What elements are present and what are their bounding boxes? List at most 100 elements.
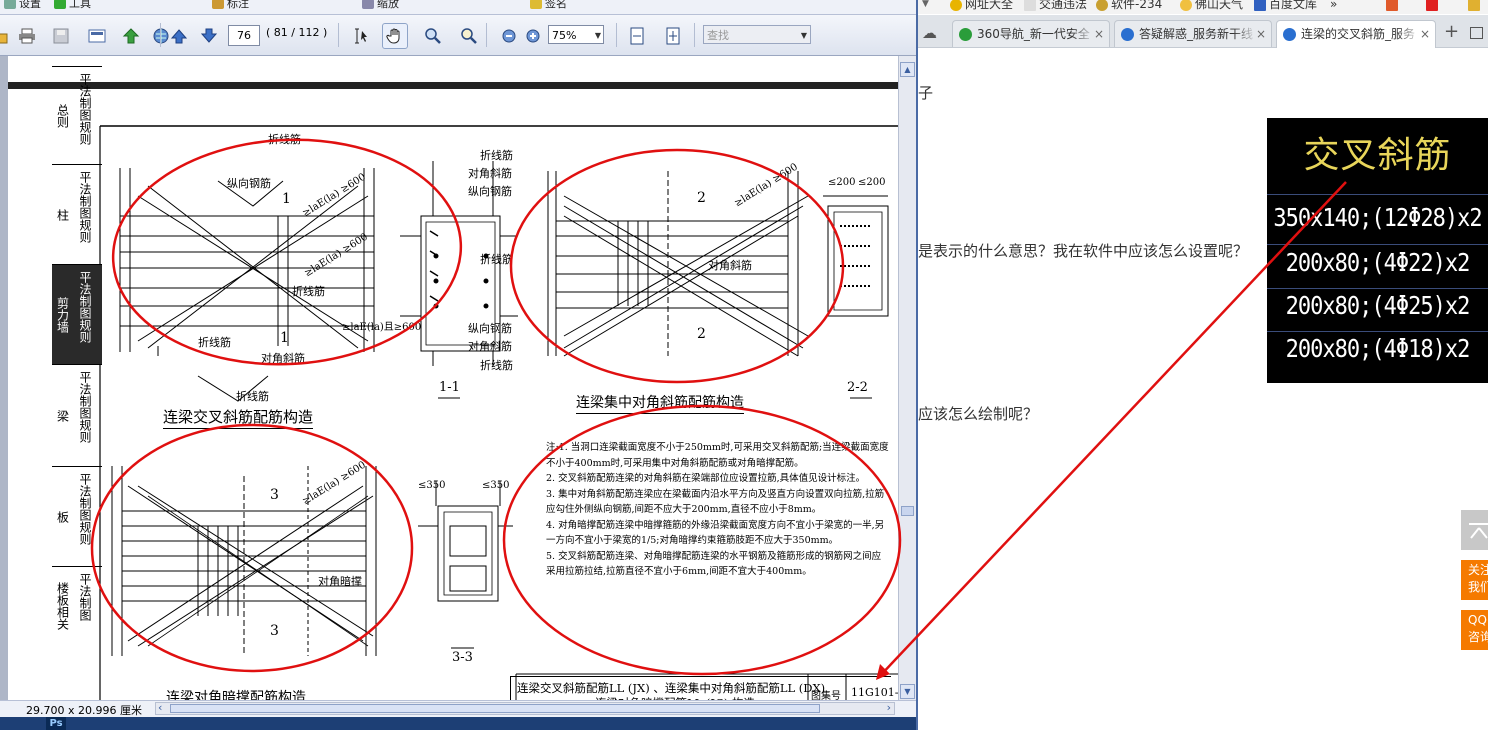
qq-consult-button[interactable]: QQ 咨询 bbox=[1461, 610, 1488, 650]
bookmarks-overflow[interactable]: » bbox=[1330, 0, 1337, 13]
section-mark: 3 bbox=[270, 623, 279, 639]
section-mark: 2 bbox=[697, 190, 706, 206]
fit-page-icon[interactable] bbox=[660, 23, 686, 49]
open-icon[interactable] bbox=[0, 23, 12, 49]
chevron-down-icon[interactable]: ▼ bbox=[922, 0, 929, 13]
side-tab-main: 板 bbox=[55, 510, 70, 523]
title-cross-bar: 连梁交叉斜筋配筋构造 bbox=[163, 406, 314, 429]
label-bent-bar: 折线筋 bbox=[480, 149, 513, 162]
zoom-in-icon[interactable] bbox=[520, 23, 546, 49]
side-tab-sub: 平法制图规则 bbox=[78, 171, 92, 243]
scroll-up-icon[interactable]: ▲ bbox=[900, 62, 915, 77]
side-button-line: 咨询 bbox=[1468, 630, 1488, 644]
section-label-1-1: 1-1 bbox=[439, 380, 460, 395]
label-diagonal: 对角斜筋 bbox=[468, 167, 512, 180]
share-icon[interactable] bbox=[118, 23, 144, 49]
page-number-input[interactable]: 76 bbox=[228, 25, 260, 46]
menu-label: 工具 bbox=[69, 0, 91, 10]
horizontal-scrollbar[interactable]: ‹ › bbox=[155, 701, 895, 715]
folder-icon[interactable] bbox=[1468, 0, 1483, 13]
side-tab-main: 楼板相关 bbox=[55, 581, 70, 630]
chevron-down-icon: ▼ bbox=[594, 31, 601, 40]
label-bent-bar: 折线筋 bbox=[268, 133, 301, 146]
browser-tab[interactable]: 360导航_新一代安全 × bbox=[952, 20, 1110, 47]
title-concentrated-diagonal: 连梁集中对角斜筋配筋构造 bbox=[576, 392, 744, 414]
menu-item-sign[interactable]: 签名 bbox=[530, 0, 567, 13]
pdf-viewer-window: 设置 工具 标注 缩放 签名 76 ( 81 / 112 ) 75% ▼ 查找 ▼ bbox=[0, 0, 918, 730]
label-bent-bar: 折线筋 bbox=[292, 285, 325, 298]
side-tab-main: 总则 bbox=[55, 103, 70, 128]
label-longitudinal: 纵向钢筋 bbox=[227, 177, 271, 190]
title-block-line1: 连梁交叉斜筋配筋LL (JX) 、连梁集中对角斜筋配筋LL (DX) bbox=[517, 681, 826, 695]
print-icon[interactable] bbox=[14, 23, 40, 49]
menu-item-zoom[interactable]: 缩放 bbox=[362, 0, 399, 13]
side-tab-main: 剪力墙 bbox=[55, 296, 70, 333]
zoom-tool-icon[interactable] bbox=[420, 23, 446, 49]
label-spacing: ≤200 bbox=[858, 177, 886, 188]
find-input[interactable]: 查找 ▼ bbox=[703, 25, 811, 44]
cad-row: 200x80;(4Φ25)x2 bbox=[1285, 292, 1471, 321]
close-icon[interactable]: × bbox=[1420, 21, 1430, 48]
text-fragment: 子 bbox=[918, 84, 934, 102]
drawing-notes: 注:1. 当洞口连梁截面宽度不小于250mm时,可采用交叉斜筋配筋;当连梁截面宽… bbox=[546, 440, 890, 580]
side-tab-main: 梁 bbox=[55, 409, 70, 422]
page-size-readout: 29.700 x 20.996 厘米 bbox=[26, 704, 142, 717]
label-longitudinal: 纵向钢筋 bbox=[468, 185, 512, 198]
note-item: 5. 交叉斜筋配筋连梁、对角暗撑配筋连梁的水平钢筋及箍筋形成的钢筋网之间应采用拉… bbox=[546, 550, 882, 578]
menu-item-annotate[interactable]: 标注 bbox=[212, 0, 249, 13]
scroll-down-icon[interactable]: ▼ bbox=[900, 684, 915, 699]
bookmark-item[interactable]: 交通违法 bbox=[1024, 0, 1087, 13]
section-label-2-2: 2-2 bbox=[847, 380, 868, 395]
close-icon[interactable]: × bbox=[1094, 21, 1104, 47]
follow-us-button[interactable]: 关注 我们 bbox=[1461, 560, 1488, 600]
bookmark-item[interactable]: 软件-234 bbox=[1096, 0, 1162, 13]
save-icon[interactable] bbox=[48, 23, 74, 49]
cloud-icon[interactable]: ☁ bbox=[922, 24, 937, 42]
prev-page-icon[interactable] bbox=[166, 23, 192, 49]
section-mark: 1 bbox=[282, 191, 291, 207]
vertical-scrollbar[interactable]: ▲ ▼ bbox=[898, 56, 917, 700]
browser-tab[interactable]: 答疑解惑_服务新干线 × bbox=[1114, 20, 1272, 47]
side-button-line: 关注 bbox=[1468, 563, 1488, 577]
scroll-right-icon[interactable]: › bbox=[887, 701, 891, 714]
new-tab-button[interactable]: + bbox=[1444, 21, 1459, 42]
apps-icon[interactable] bbox=[1386, 0, 1401, 13]
restore-icon[interactable] bbox=[1470, 27, 1483, 39]
close-icon[interactable]: × bbox=[1256, 21, 1266, 47]
zoom-select[interactable]: 75% ▼ bbox=[548, 25, 604, 44]
cad-title: 交叉斜筋 bbox=[1303, 135, 1452, 176]
browser-tab-active[interactable]: 连梁的交叉斜筋_服务 × bbox=[1276, 20, 1436, 48]
bookmark-label: 网址大全 bbox=[965, 0, 1014, 11]
scroll-thumb[interactable] bbox=[901, 506, 914, 516]
pdf-icon[interactable] bbox=[1426, 0, 1441, 13]
bookmark-item[interactable]: 网址大全 bbox=[950, 0, 1013, 13]
back-to-top-button[interactable] bbox=[1461, 510, 1488, 550]
ie-icon bbox=[1283, 28, 1296, 41]
label-diagonal: 对角斜筋 bbox=[261, 352, 305, 365]
label-anchorage: ≥laE(la)且≥600 bbox=[342, 322, 422, 333]
scroll-left-icon[interactable]: ‹ bbox=[158, 701, 162, 714]
label-diagonal: 对角斜筋 bbox=[708, 259, 752, 272]
scroll-thumb[interactable] bbox=[170, 704, 820, 713]
360-icon bbox=[959, 28, 972, 41]
page-setup-icon[interactable] bbox=[84, 23, 110, 49]
select-text-icon[interactable] bbox=[348, 23, 374, 49]
fit-width-icon[interactable] bbox=[624, 23, 650, 49]
menu-item-tools[interactable]: 工具 bbox=[54, 0, 91, 13]
browser-tab-bar: ☁ 360导航_新一代安全 × 答疑解惑_服务新干线 × 连梁的交叉斜筋_服务 … bbox=[918, 15, 1488, 48]
bookmark-item[interactable]: 佛山天气 bbox=[1180, 0, 1243, 13]
bookmark-item[interactable]: 百度文库 bbox=[1254, 0, 1317, 13]
menu-label: 设置 bbox=[19, 0, 41, 10]
zoom-value: 75% bbox=[552, 29, 577, 42]
note-item: 3. 集中对角斜筋配筋连梁应在梁截面内沿水平方向及竖直方向设置双向拉筋,拉筋应勾… bbox=[546, 488, 885, 516]
zoom-out-icon[interactable] bbox=[496, 23, 522, 49]
side-tab-general: 总则 平法制图规则 bbox=[52, 66, 102, 164]
cad-row: 350x140;(12Φ28)x2 bbox=[1273, 204, 1482, 233]
next-page-icon[interactable] bbox=[196, 23, 222, 49]
hand-tool-icon[interactable] bbox=[382, 23, 408, 49]
drawing-side-tabs: 总则 平法制图规则 柱平法制图规则 剪力墙 平法制图规则 梁平法制图规则 板平法制图… bbox=[52, 66, 102, 644]
zoom-select-icon[interactable] bbox=[456, 23, 482, 49]
question-text: 是表示的什么意思？我在软件中应该怎么设置呢？ bbox=[918, 242, 1249, 260]
photoshop-icon[interactable]: Ps bbox=[46, 717, 66, 730]
menu-item-settings[interactable]: 设置 bbox=[4, 0, 41, 13]
